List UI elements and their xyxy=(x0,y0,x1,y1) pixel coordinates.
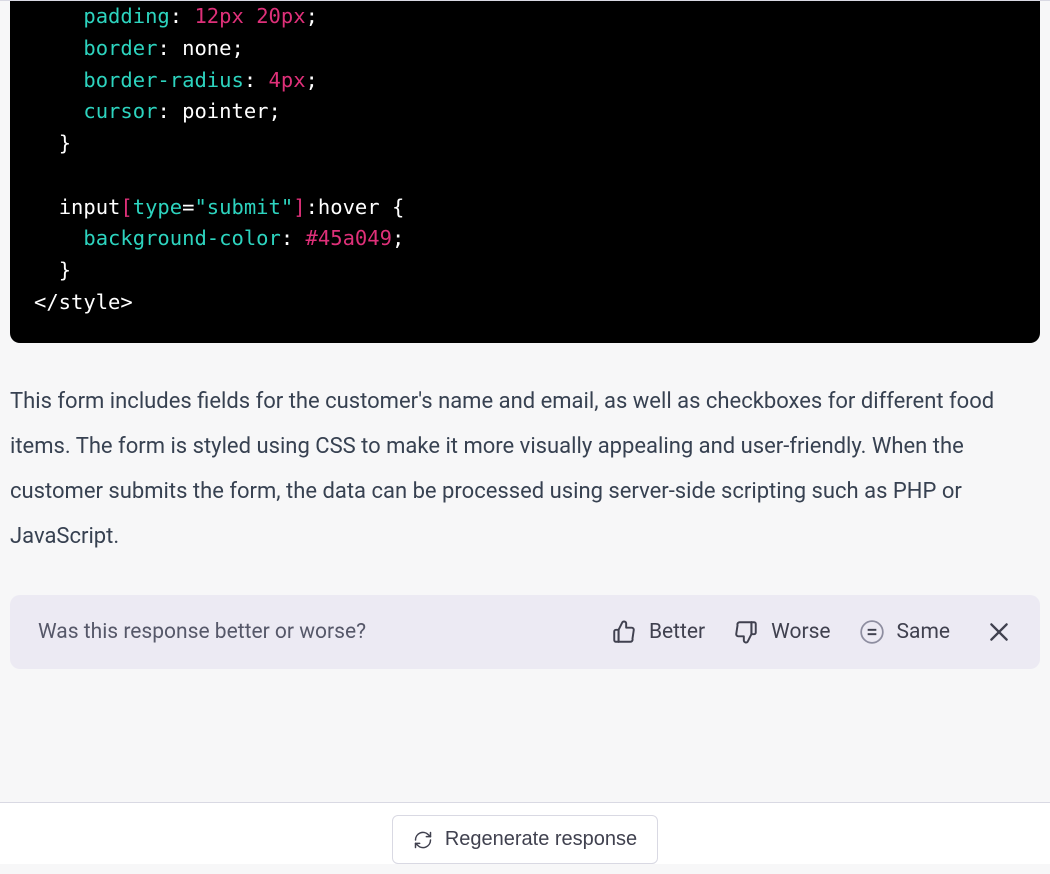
feedback-close-button[interactable] xyxy=(986,619,1012,645)
thumbs-up-icon xyxy=(611,619,637,645)
response-description: This form includes fields for the custom… xyxy=(10,379,1040,559)
feedback-worse-button[interactable]: Worse xyxy=(733,619,830,645)
close-icon xyxy=(986,619,1012,645)
bottom-bar: Regenerate response xyxy=(0,802,1050,864)
regenerate-label: Regenerate response xyxy=(445,828,637,851)
feedback-same-label: Same xyxy=(897,620,950,644)
feedback-worse-label: Worse xyxy=(771,620,830,644)
equals-icon xyxy=(859,619,885,645)
feedback-better-button[interactable]: Better xyxy=(611,619,705,645)
feedback-prompt: Was this response better or worse? xyxy=(38,620,583,644)
regenerate-button[interactable]: Regenerate response xyxy=(392,815,658,864)
feedback-bar: Was this response better or worse? Bette… xyxy=(10,595,1040,669)
feedback-same-button[interactable]: Same xyxy=(859,619,950,645)
code-block: padding: 12px 20px; border: none; border… xyxy=(10,1,1040,343)
feedback-better-label: Better xyxy=(649,620,705,644)
regenerate-icon xyxy=(413,830,433,850)
thumbs-down-icon xyxy=(733,619,759,645)
